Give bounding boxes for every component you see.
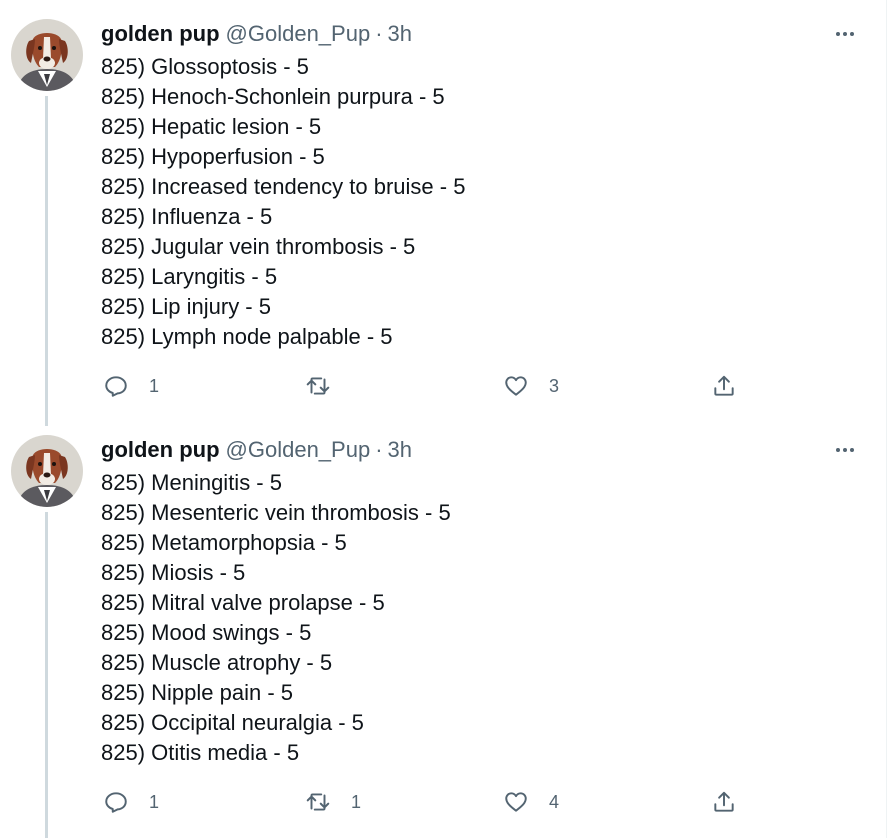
like-count: 3 xyxy=(549,375,560,396)
tweet-line: 825) Mood swings - 5 xyxy=(101,620,312,645)
like-button[interactable]: 4 xyxy=(503,786,559,818)
tweet-line: 825) Muscle atrophy - 5 xyxy=(101,650,333,675)
separator-dot: · xyxy=(375,437,383,462)
avatar[interactable] xyxy=(11,19,83,91)
column-divider xyxy=(886,0,887,838)
tweet-line: 825) Henoch-Schonlein purpura - 5 xyxy=(101,84,445,109)
reply-icon xyxy=(103,789,129,815)
tweet-text: 825) Meningitis - 5 825) Mesenteric vein… xyxy=(101,468,451,768)
tweet-line: 825) Lip injury - 5 xyxy=(101,294,271,319)
timeline: golden pup @Golden_Pup · 3h 825) Glossop… xyxy=(0,0,891,838)
more-options-icon[interactable] xyxy=(833,22,857,46)
share-button[interactable] xyxy=(711,786,737,818)
tweet-line: 825) Otitis media - 5 xyxy=(101,740,300,765)
retweet-count: 1 xyxy=(351,791,362,812)
timestamp[interactable]: 3h xyxy=(388,21,412,47)
tweet-line: 825) Nipple pain - 5 xyxy=(101,680,294,705)
tweet-line: 825) Influenza - 5 xyxy=(101,204,273,229)
share-icon xyxy=(711,789,737,815)
tweet-line: 825) Metamorphopsia - 5 xyxy=(101,530,347,555)
heart-icon xyxy=(503,373,529,399)
tweet-actions: 1 1 4 xyxy=(101,786,741,818)
tweet-line: 825) Mesenteric vein thrombosis - 5 xyxy=(101,500,451,525)
reply-button[interactable]: 1 xyxy=(103,370,159,402)
tweet-line: 825) Jugular vein thrombosis - 5 xyxy=(101,234,416,259)
heart-icon xyxy=(503,789,529,815)
retweet-button[interactable]: 1 xyxy=(305,786,361,818)
tweet-line: 825) Glossoptosis - 5 xyxy=(101,54,309,79)
more-options-icon[interactable] xyxy=(833,438,857,462)
retweet-icon xyxy=(305,373,331,399)
author-handle[interactable]: @Golden_Pup xyxy=(226,437,371,463)
author-name[interactable]: golden pup xyxy=(101,21,220,47)
reply-count: 1 xyxy=(149,791,160,812)
author-handle[interactable]: @Golden_Pup xyxy=(226,21,371,47)
tweet-line: 825) Lymph node palpable - 5 xyxy=(101,324,393,349)
tweet-line: 825) Miosis - 5 xyxy=(101,560,246,585)
avatar[interactable] xyxy=(11,435,83,507)
share-button[interactable] xyxy=(711,370,737,402)
like-button[interactable]: 3 xyxy=(503,370,559,402)
tweet-text: 825) Glossoptosis - 5 825) Henoch-Schonl… xyxy=(101,52,465,352)
retweet-icon xyxy=(305,789,331,815)
tweet-line: 825) Increased tendency to bruise - 5 xyxy=(101,174,466,199)
timestamp[interactable]: 3h xyxy=(388,437,412,463)
tweet-line: 825) Mitral valve prolapse - 5 xyxy=(101,590,385,615)
reply-count: 1 xyxy=(149,375,160,396)
separator-dot: · xyxy=(375,21,383,46)
reply-button[interactable]: 1 xyxy=(103,786,159,818)
tweet-line: 825) Occipital neuralgia - 5 xyxy=(101,710,364,735)
tweet-line: 825) Hypoperfusion - 5 xyxy=(101,144,325,169)
tweet[interactable]: golden pup @Golden_Pup · 3h 825) Meningi… xyxy=(0,416,885,838)
tweet-line: 825) Meningitis - 5 xyxy=(101,470,282,495)
tweet-header: golden pup @Golden_Pup · 3h xyxy=(101,21,412,47)
reply-icon xyxy=(103,373,129,399)
like-count: 4 xyxy=(549,791,560,812)
retweet-button[interactable] xyxy=(305,370,351,402)
author-name[interactable]: golden pup xyxy=(101,437,220,463)
tweet-actions: 1 3 xyxy=(101,370,741,402)
tweet-line: 825) Hepatic lesion - 5 xyxy=(101,114,322,139)
tweet-header: golden pup @Golden_Pup · 3h xyxy=(101,437,412,463)
tweet[interactable]: golden pup @Golden_Pup · 3h 825) Glossop… xyxy=(0,0,885,416)
tweet-line: 825) Laryngitis - 5 xyxy=(101,264,278,289)
share-icon xyxy=(711,373,737,399)
